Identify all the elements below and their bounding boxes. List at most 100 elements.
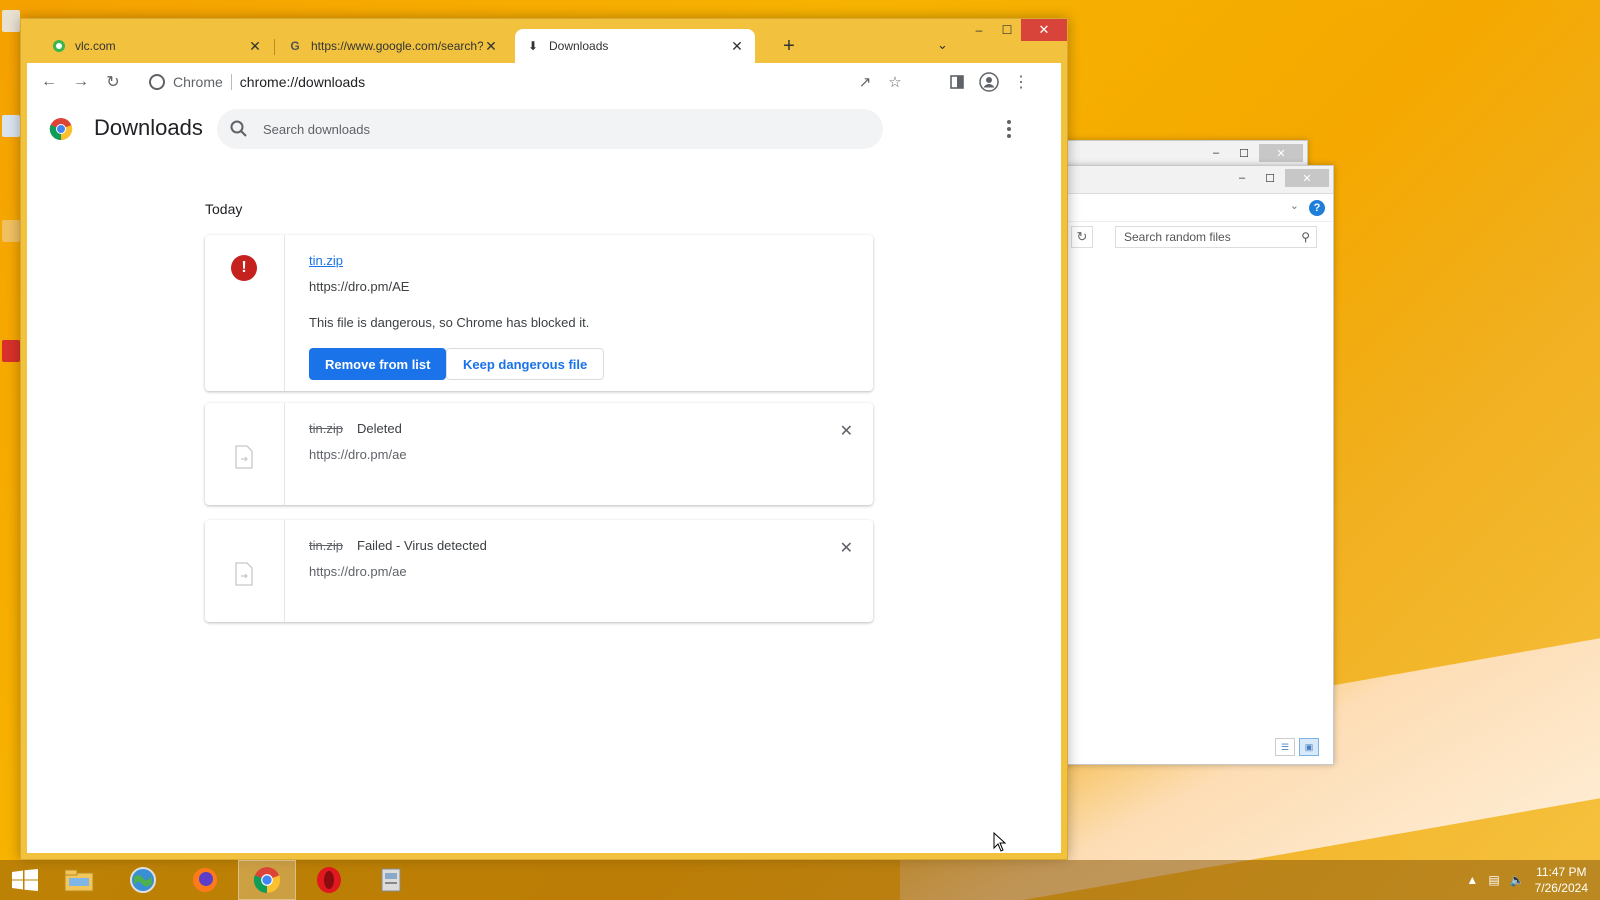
reload-icon[interactable]: ↻ xyxy=(101,70,125,94)
system-tray: ▲ ▤ 🔈 11:47 PM 7/26/2024 xyxy=(1466,860,1588,900)
download-source-url[interactable]: https://dro.pm/ae xyxy=(309,447,407,462)
bookmark-star-icon[interactable]: ☆ xyxy=(885,72,905,92)
site-info-icon[interactable] xyxy=(149,74,165,90)
installer-icon[interactable] xyxy=(362,860,420,900)
desktop-icon[interactable] xyxy=(2,115,20,137)
firefox-icon[interactable] xyxy=(176,860,234,900)
download-icon-column xyxy=(205,403,285,505)
keep-dangerous-file-button[interactable]: Keep dangerous file xyxy=(446,348,605,380)
browser-menu-icon[interactable]: ⋮ xyxy=(1009,70,1033,94)
search-downloads-input[interactable]: Search downloads xyxy=(217,109,883,149)
downloads-page: Downloads Search downloads Today ! tin.z… xyxy=(27,101,1061,853)
download-icon: ⬇ xyxy=(527,39,539,53)
details-view-icon[interactable]: ☰ xyxy=(1275,738,1295,756)
google-icon: G xyxy=(290,39,300,53)
download-filename-link[interactable]: tin.zip xyxy=(309,253,343,268)
profile-avatar-icon[interactable] xyxy=(977,70,1001,94)
explorer-search-placeholder: Search random files xyxy=(1124,230,1231,244)
desktop-icons-strip xyxy=(0,0,22,860)
date-section-label: Today xyxy=(205,201,243,217)
file-explorer-icon[interactable] xyxy=(50,860,108,900)
tab-downloads[interactable]: ⬇ Downloads ✕ xyxy=(515,29,755,63)
file-icon xyxy=(235,445,253,469)
minimize-icon[interactable]: – xyxy=(1229,169,1255,187)
tab-strip: vlc.com ✕ G https://www.google.com/searc… xyxy=(21,19,1067,63)
large-icons-view-icon[interactable]: ▣ xyxy=(1299,738,1319,756)
download-filename: tin.zip xyxy=(309,421,343,436)
omnibox-site-label: Chrome xyxy=(173,74,223,90)
tab-title: vlc.com xyxy=(75,39,116,53)
page-title: Downloads xyxy=(94,115,203,140)
download-source-url[interactable]: https://dro.pm/AE xyxy=(309,279,409,294)
tab-google-search[interactable]: G https://www.google.com/search? ✕ xyxy=(277,29,509,63)
tab-search-chevron-icon[interactable]: ⌄ xyxy=(937,37,948,53)
show-hidden-icons-icon[interactable]: ▲ xyxy=(1466,873,1478,887)
close-icon[interactable]: ✕ xyxy=(840,421,853,441)
close-icon[interactable]: ✕ xyxy=(840,538,853,558)
maximize-icon[interactable]: ☐ xyxy=(993,19,1021,41)
new-tab-button[interactable]: + xyxy=(777,34,801,58)
chevron-down-icon[interactable]: ⌄ xyxy=(1290,199,1299,212)
network-icon[interactable]: ▤ xyxy=(1488,873,1499,887)
omnibox-divider xyxy=(230,74,232,90)
download-item-deleted: tin.zip Deleted https://dro.pm/ae ✕ xyxy=(205,403,873,505)
close-icon[interactable]: ✕ xyxy=(1021,19,1067,41)
download-icon-column xyxy=(205,520,285,622)
download-filename: tin.zip xyxy=(309,538,343,553)
more-actions-icon[interactable] xyxy=(999,119,1019,139)
help-icon[interactable]: ? xyxy=(1309,200,1325,216)
download-status: Deleted xyxy=(357,421,402,436)
close-icon[interactable]: ✕ xyxy=(729,38,745,55)
side-panel-icon[interactable] xyxy=(945,70,969,94)
volume-icon[interactable]: 🔈 xyxy=(1510,873,1525,887)
globe-icon[interactable] xyxy=(114,860,172,900)
mouse-cursor-icon xyxy=(993,832,1007,852)
search-icon[interactable]: ⚲ xyxy=(1301,230,1310,244)
windows-start-icon[interactable] xyxy=(12,869,38,891)
tab-title: Downloads xyxy=(549,39,609,53)
share-icon[interactable]: ↗ xyxy=(855,72,875,92)
search-icon xyxy=(230,120,247,137)
taskbar: ▲ ▤ 🔈 11:47 PM 7/26/2024 xyxy=(0,860,1600,900)
desktop-icon[interactable] xyxy=(2,10,20,32)
close-icon[interactable]: ✕ xyxy=(1285,169,1329,187)
chrome-icon[interactable] xyxy=(238,860,296,900)
chrome-window[interactable]: vlc.com ✕ G https://www.google.com/searc… xyxy=(20,18,1068,860)
opera-icon[interactable] xyxy=(300,860,358,900)
omnibox-url[interactable]: chrome://downloads xyxy=(240,74,365,90)
explorer-search-input[interactable]: Search random files ⚲ xyxy=(1115,226,1317,248)
vlc-icon xyxy=(51,38,67,54)
explorer-titlebar[interactable]: – ☐ ✕ xyxy=(1063,166,1333,194)
minimize-icon[interactable]: – xyxy=(965,19,993,41)
explorer-window[interactable]: – ☐ ✕ ⌄ ? ↻ Search random files ⚲ ☰ ▣ xyxy=(1062,165,1334,765)
address-bar[interactable]: Chrome chrome://downloads ↗ ☆ xyxy=(137,67,907,97)
maximize-icon[interactable]: ☐ xyxy=(1231,144,1257,162)
close-icon[interactable]: ✕ xyxy=(247,38,263,55)
download-item-failed: tin.zip Failed - Virus detected https://… xyxy=(205,520,873,622)
refresh-icon[interactable]: ↻ xyxy=(1071,226,1093,248)
desktop-icon[interactable] xyxy=(2,220,20,242)
file-icon xyxy=(235,562,253,586)
close-icon[interactable]: ✕ xyxy=(483,38,499,55)
close-icon[interactable]: ✕ xyxy=(1259,144,1303,162)
explorer-address-row: ↻ Search random files ⚲ xyxy=(1063,222,1333,252)
tab-vlc[interactable]: vlc.com ✕ xyxy=(41,29,273,63)
downloads-header: Downloads Search downloads xyxy=(27,101,1061,157)
tab-title: https://www.google.com/search? xyxy=(311,39,483,53)
download-source-url[interactable]: https://dro.pm/ae xyxy=(309,564,407,579)
back-icon[interactable]: ← xyxy=(37,70,61,94)
minimize-icon[interactable]: – xyxy=(1203,144,1229,162)
clock-time: 11:47 PM xyxy=(1536,865,1587,879)
desktop-icon[interactable] xyxy=(2,340,20,362)
danger-warning-text: This file is dangerous, so Chrome has bl… xyxy=(309,315,590,330)
download-icon-column: ! xyxy=(205,235,285,391)
danger-warning-icon: ! xyxy=(231,255,257,281)
browser-toolbar: ← → ↻ Chrome chrome://downloads ↗ ☆ ⋮ xyxy=(27,63,1061,101)
system-clock[interactable]: 11:47 PM 7/26/2024 xyxy=(1535,864,1588,896)
forward-icon[interactable]: → xyxy=(69,70,93,94)
maximize-icon[interactable]: ☐ xyxy=(1257,169,1283,187)
remove-from-list-button[interactable]: Remove from list xyxy=(309,348,447,380)
download-item-dangerous: ! tin.zip https://dro.pm/AE This file is… xyxy=(205,235,873,391)
search-placeholder: Search downloads xyxy=(263,121,370,137)
chrome-logo-icon xyxy=(49,118,73,141)
